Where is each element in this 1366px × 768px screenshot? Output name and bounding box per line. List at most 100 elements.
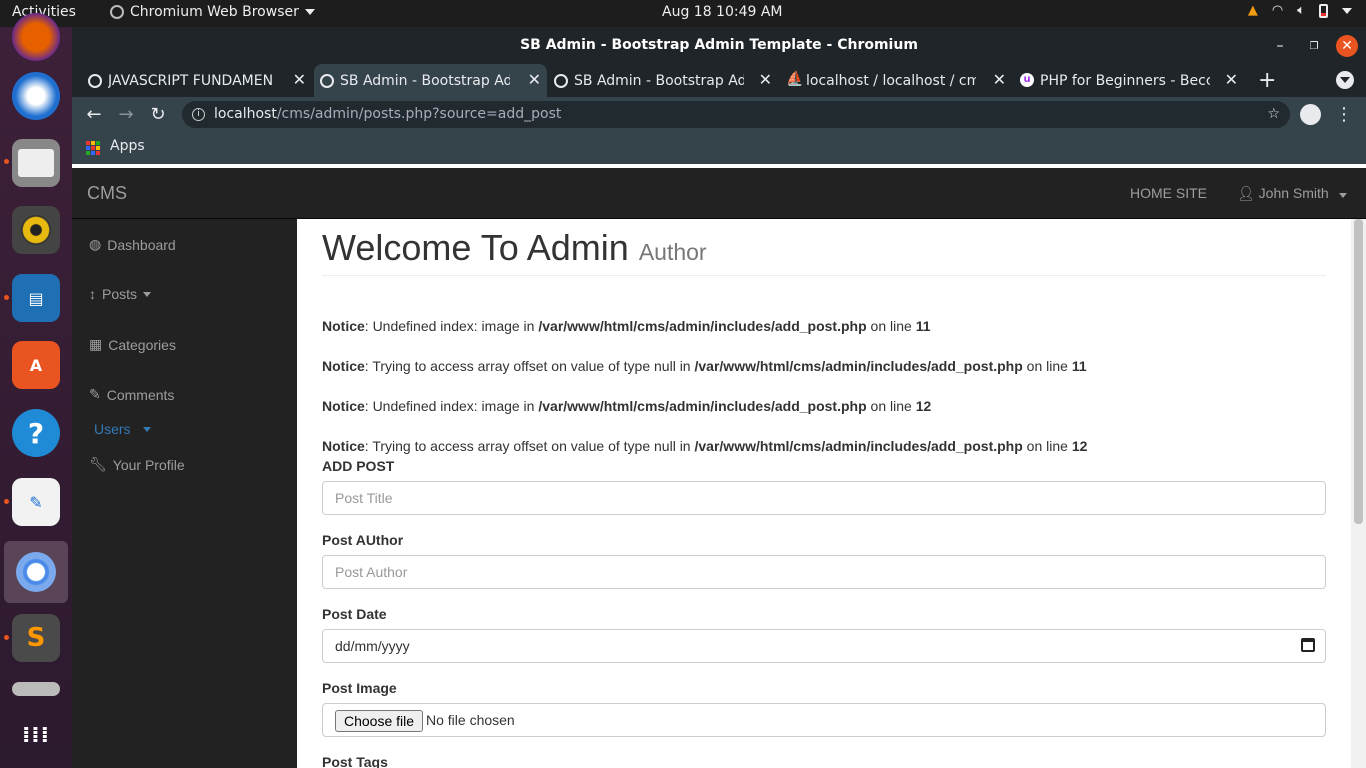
wrench-icon: 🔧︎: [89, 456, 107, 472]
wifi-icon: ◠: [1271, 3, 1284, 18]
user-icon: 👤︎: [1237, 185, 1255, 201]
page-title: Welcome To Admin Author: [322, 227, 707, 269]
sidebar-item-your-profile[interactable]: 🔧︎ Your Profile: [89, 456, 185, 473]
chromium-dock-icon[interactable]: [4, 541, 68, 603]
sidebar-item-categories[interactable]: ▦ Categories: [89, 336, 176, 353]
tab-sb-admin-active[interactable]: SB Admin - Bootstrap Ad ✕: [314, 64, 547, 97]
sidebar-item-dashboard[interactable]: ◍ Dashboard: [89, 236, 176, 253]
sublime-text-icon[interactable]: S: [12, 614, 60, 662]
maximize-icon[interactable]: ❐: [1303, 35, 1325, 57]
sidebar-item-label: Comments: [106, 386, 175, 403]
tab-javascript-fundamentals[interactable]: JAVASCRIPT FUNDAMEN ✕: [82, 64, 312, 97]
system-top-bar: Activities Chromium Web Browser Aug 18 1…: [0, 0, 1366, 27]
tab-label: SB Admin - Bootstrap Ad: [340, 72, 510, 89]
post-date-value: dd/mm/yyyy: [335, 638, 410, 654]
help-icon[interactable]: ?: [12, 409, 60, 457]
address-bar[interactable]: i localhost/cms/admin/posts.php?source=a…: [182, 101, 1290, 128]
clock[interactable]: Aug 18 10:49 AM: [662, 4, 783, 20]
tab-label: JAVASCRIPT FUNDAMEN: [108, 72, 274, 89]
menu-icon[interactable]: ⋮: [1332, 103, 1356, 127]
text-editor-icon[interactable]: ✎: [12, 478, 60, 526]
table-icon: ▦: [89, 336, 103, 352]
sidebar-item-comments[interactable]: ✎ Comments: [89, 386, 174, 403]
php-notice: Notice: Undefined index: image in /var/w…: [322, 398, 932, 414]
bookmarks-bar: Apps: [72, 132, 1366, 164]
post-date-input[interactable]: dd/mm/yyyy: [322, 629, 1326, 663]
tab-search-icon[interactable]: [1336, 71, 1354, 89]
app-menu[interactable]: Chromium Web Browser: [110, 4, 315, 20]
close-icon[interactable]: ✕: [293, 70, 306, 89]
tab-label: PHP for Beginners - Becc: [1040, 72, 1210, 89]
tab-php-for-beginners[interactable]: u PHP for Beginners - Becc ✕: [1014, 64, 1244, 97]
site-info-icon[interactable]: i: [192, 108, 205, 121]
sidebar: ◍ Dashboard ↕ Posts ▦ Categories ✎ Comme…: [72, 219, 297, 768]
minimize-icon[interactable]: –: [1269, 35, 1291, 57]
php-notice: Notice: Undefined index: image in /var/w…: [322, 318, 931, 334]
close-window-icon[interactable]: ✕: [1336, 35, 1358, 57]
page-scrollbar[interactable]: [1351, 219, 1366, 768]
files-icon[interactable]: [12, 139, 60, 187]
php-notice: Notice: Trying to access array offset on…: [322, 438, 1088, 454]
sidebar-item-posts[interactable]: ↕ Posts: [89, 286, 152, 302]
post-image-input[interactable]: Choose file No file chosen: [322, 703, 1326, 737]
cms-brand[interactable]: CMS: [87, 183, 127, 204]
edit-icon: ✎: [89, 386, 101, 402]
dock: ▤ A ? ✎ S ⁞⁞⁞: [0, 13, 72, 768]
url-path: /cms/admin/posts.php?source=add_post: [276, 106, 562, 122]
post-tags-label: Post Tags: [322, 754, 388, 768]
sidebar-item-label: Dashboard: [107, 236, 176, 253]
user-dropdown[interactable]: 👤︎ John Smith: [1237, 185, 1347, 202]
rhythmbox-icon[interactable]: [12, 206, 60, 254]
chevron-down-icon: [304, 9, 315, 15]
phpmyadmin-icon: ⛵: [786, 71, 804, 87]
scrollbar-thumb[interactable]: [1354, 219, 1363, 524]
sidebar-item-users[interactable]: Users: [94, 421, 151, 437]
choose-file-button[interactable]: Choose file: [335, 710, 424, 732]
tab-phpmyadmin[interactable]: ⛵ localhost / localhost / cm ✕: [780, 64, 1012, 97]
navigation-bar: ← → ↻ i localhost/cms/admin/posts.php?so…: [72, 97, 1366, 132]
software-center-icon[interactable]: A: [12, 341, 60, 389]
no-file-text: No file chosen: [426, 712, 515, 728]
chromium-icon: [110, 5, 124, 19]
divider: [322, 275, 1326, 276]
php-notice: Notice: Trying to access array offset on…: [322, 358, 1087, 374]
chevron-down-icon: [1338, 193, 1347, 198]
show-apps-icon[interactable]: ⁞⁞⁞: [12, 711, 60, 759]
arrows-vertical-icon: ↕: [89, 286, 96, 302]
window-title: SB Admin - Bootstrap Admin Template - Ch…: [520, 37, 918, 53]
home-site-link[interactable]: HOME SITE: [1130, 185, 1207, 201]
forward-button[interactable]: →: [114, 103, 138, 127]
post-image-label: Post Image: [322, 680, 397, 696]
new-tab-button[interactable]: +: [1258, 68, 1276, 93]
tab-strip: JAVASCRIPT FUNDAMEN ✕ SB Admin - Bootstr…: [72, 64, 1366, 97]
system-tray[interactable]: ▲ ◠ 🔈︎: [1248, 3, 1352, 18]
cms-top-nav: CMS HOME SITE 👤︎ John Smith: [72, 168, 1366, 219]
profile-icon[interactable]: [1300, 104, 1321, 125]
tab-sb-admin[interactable]: SB Admin - Bootstrap Ad ✕: [548, 64, 778, 97]
thunderbird-icon[interactable]: [12, 72, 60, 120]
sidebar-item-label: Categories: [108, 336, 176, 353]
web-page: CMS HOME SITE 👤︎ John Smith ◍ Dashboard …: [72, 168, 1366, 768]
tab-label: localhost / localhost / cm: [806, 72, 976, 89]
firefox-icon[interactable]: [12, 13, 60, 61]
page-subtitle: Author: [638, 239, 707, 265]
post-title-input[interactable]: Post Title: [322, 481, 1326, 515]
sidebar-item-label: Users: [94, 421, 131, 437]
post-author-input[interactable]: Post Author: [322, 555, 1326, 589]
vlc-icon[interactable]: ▲: [1248, 3, 1258, 18]
apps-bookmark[interactable]: Apps: [110, 138, 145, 154]
back-button[interactable]: ←: [82, 103, 106, 127]
close-icon[interactable]: ✕: [759, 70, 772, 89]
close-icon[interactable]: ✕: [993, 70, 1006, 89]
bookmark-star-icon[interactable]: ☆: [1267, 101, 1280, 128]
reload-button[interactable]: ↻: [146, 103, 170, 127]
chevron-down-icon: [142, 426, 151, 432]
close-icon[interactable]: ✕: [1225, 70, 1238, 89]
close-icon[interactable]: ✕: [528, 70, 541, 89]
drive-icon[interactable]: [12, 682, 60, 696]
window-titlebar: SB Admin - Bootstrap Admin Template - Ch…: [72, 27, 1366, 64]
writer-icon[interactable]: ▤: [12, 274, 60, 322]
add-post-heading: ADD POST: [322, 458, 395, 474]
running-indicator: [4, 499, 9, 504]
calendar-icon[interactable]: [1301, 638, 1315, 652]
